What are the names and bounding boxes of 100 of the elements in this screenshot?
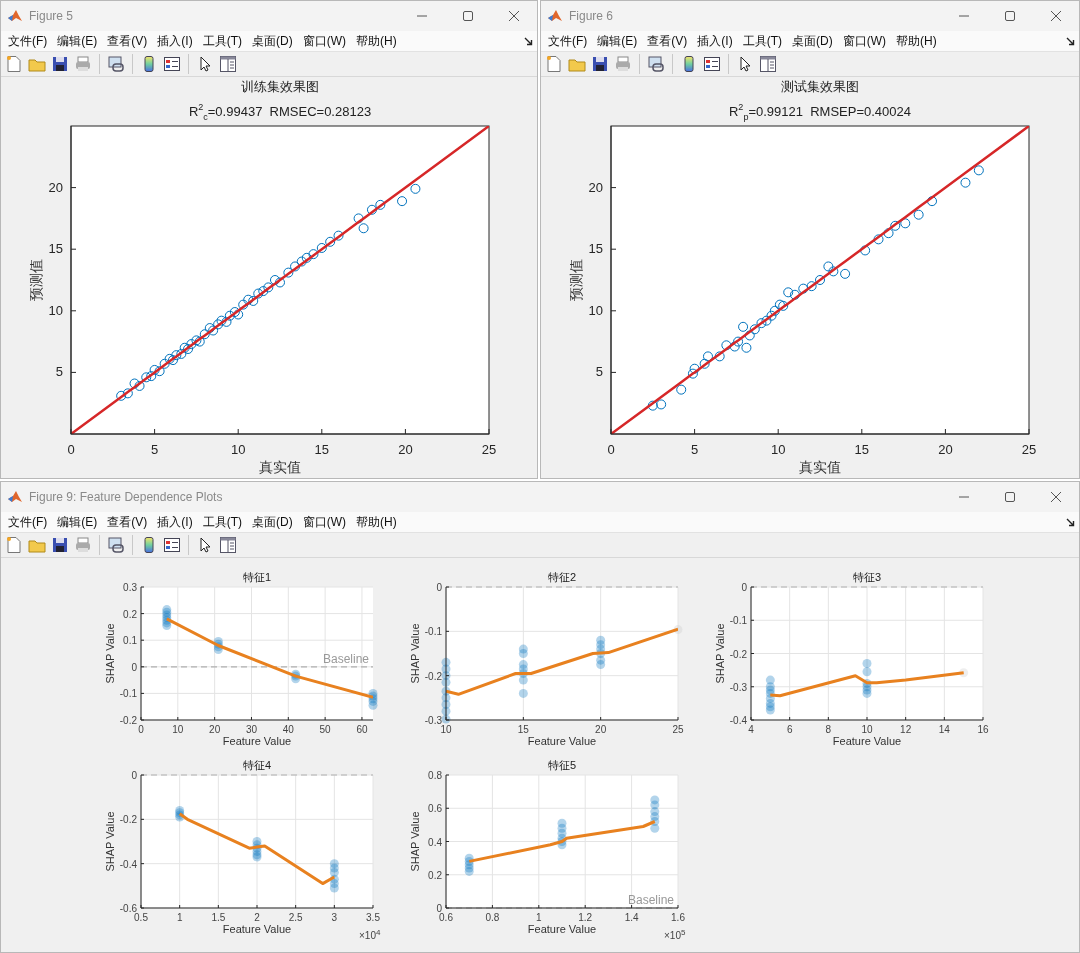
window-title: Figure 9: Feature Dependence Plots <box>29 490 224 504</box>
plot-title: 特征2 <box>547 571 577 583</box>
tick-label: 6 <box>786 724 793 735</box>
axis-multiplier: ×10$^{5}$ <box>664 928 686 941</box>
tick-label: 20 <box>209 724 221 735</box>
tick-label: -0.1 <box>119 688 137 700</box>
chart-title: 训练集效果图 <box>240 78 320 96</box>
axis-label: Feature Value <box>222 923 292 935</box>
menu-item[interactable]: 文件(F) <box>543 32 593 50</box>
tick-label: 0 <box>67 442 75 457</box>
axis-label: 预测值 <box>568 259 584 301</box>
tick-label: 1.6 <box>671 912 685 923</box>
tick-label: 1 <box>176 912 183 923</box>
tick-label: 50 <box>319 724 331 735</box>
tick-label: 0.8 <box>428 770 442 781</box>
window-title: Figure 5 <box>29 9 75 23</box>
tick-label: 8 <box>825 724 832 735</box>
tick-label: 0 <box>741 582 747 593</box>
menu-item[interactable]: 帮助(H) <box>351 513 402 531</box>
tick-label: 0.5 <box>134 912 148 923</box>
menu-item[interactable]: 桌面(D) <box>247 513 298 531</box>
menu-item[interactable]: 编辑(E) <box>52 32 103 50</box>
tick-label: 0 <box>607 442 615 457</box>
tick-label: 25 <box>672 724 684 735</box>
tick-label: 10 <box>230 442 246 457</box>
tick-label: -0.1 <box>424 626 442 638</box>
tick-label: 20 <box>398 442 413 457</box>
chart-subtitle: R$^{2}$$_{c}$=0.99437 RMSEC=0.28123 <box>187 101 373 118</box>
menu-item[interactable]: 桌面(D) <box>247 32 298 50</box>
menu-item[interactable]: 插入(I) <box>692 32 738 50</box>
tick-label: 0.6 <box>428 803 442 815</box>
tick-label: 0 <box>131 770 137 781</box>
menu-item[interactable]: 工具(T) <box>737 32 787 50</box>
menu-item[interactable]: 文件(F) <box>3 513 53 531</box>
tick-label: 60 <box>356 724 368 735</box>
tick-label: -0.3 <box>424 715 442 726</box>
tick-label: 5 <box>151 442 159 457</box>
tick-label: 20 <box>588 179 603 195</box>
tick-label: -0.6 <box>119 903 137 914</box>
tick-label: 20 <box>595 724 607 735</box>
plot-title: 特征5 <box>547 759 577 771</box>
menu-item[interactable]: 查看(V) <box>642 32 693 50</box>
tick-label: 2.5 <box>288 912 303 923</box>
chart-title: 测试集效果图 <box>780 78 860 96</box>
menu-item[interactable]: 插入(I) <box>152 513 198 531</box>
tick-label: 1.5 <box>211 912 226 923</box>
tick-label: 30 <box>245 724 258 735</box>
axis-label: Feature Value <box>222 735 292 747</box>
menu-item[interactable]: 插入(I) <box>152 32 198 50</box>
tick-label: 0 <box>131 661 137 673</box>
menu-item[interactable]: 查看(V) <box>102 513 153 531</box>
menu-item[interactable]: 桌面(D) <box>787 32 838 50</box>
tick-label: 3 <box>331 912 338 923</box>
tick-label: 5 <box>691 442 699 457</box>
tick-label: 25 <box>481 442 497 457</box>
axis-label: SHAP Value <box>409 811 421 872</box>
baseline-label: Baseline <box>322 651 369 666</box>
tick-label: 10 <box>861 724 873 735</box>
menu-item[interactable]: 窗口(W) <box>297 513 351 531</box>
menu-item[interactable]: 窗口(W) <box>297 32 351 50</box>
tick-label: 0.4 <box>428 836 442 848</box>
axis-label: 真实值 <box>259 459 301 475</box>
tick-label: -0.2 <box>729 648 747 660</box>
tick-label: 15 <box>517 724 529 735</box>
tick-label: 16 <box>977 724 989 735</box>
menu-item[interactable]: 工具(T) <box>197 32 247 50</box>
tick-label: 0.1 <box>123 635 137 647</box>
axis-label: 真实值 <box>799 459 841 475</box>
axis-label: SHAP Value <box>104 623 116 684</box>
tick-label: 0 <box>436 582 442 593</box>
menu-item[interactable]: 帮助(H) <box>891 32 942 50</box>
plot-title: 特征1 <box>242 571 272 583</box>
axis-multiplier: ×10$^{4}$ <box>359 928 381 941</box>
menu-item[interactable]: 查看(V) <box>102 32 153 50</box>
tick-label: -0.3 <box>729 681 747 693</box>
axis-label: 预测值 <box>28 259 44 301</box>
tick-label: -0.2 <box>424 670 442 682</box>
tick-label: -0.1 <box>729 615 747 627</box>
tick-label: 10 <box>770 442 786 457</box>
menu-item[interactable]: 帮助(H) <box>351 32 402 50</box>
tick-label: 0.8 <box>485 912 500 923</box>
plot-title: 特征3 <box>852 571 882 583</box>
axis-label: Feature Value <box>832 735 902 747</box>
tick-label: -0.2 <box>119 715 137 726</box>
menu-item[interactable]: 工具(T) <box>197 513 247 531</box>
tick-label: 15 <box>48 241 63 257</box>
axis-label: SHAP Value <box>714 623 726 684</box>
tick-label: 1.2 <box>578 912 593 923</box>
menu-item[interactable]: 窗口(W) <box>837 32 891 50</box>
tick-label: 10 <box>588 302 603 318</box>
tick-label: 1.4 <box>624 912 639 923</box>
menu-item[interactable]: 文件(F) <box>3 32 53 50</box>
tick-label: 15 <box>588 241 603 257</box>
menu-item[interactable]: 编辑(E) <box>52 513 103 531</box>
axis-label: Feature Value <box>527 735 597 747</box>
tick-label: -0.4 <box>729 715 747 726</box>
tick-label: 0 <box>138 724 144 735</box>
tick-label: 4 <box>748 724 754 735</box>
window-title: Figure 6 <box>569 9 615 23</box>
menu-item[interactable]: 编辑(E) <box>592 32 643 50</box>
